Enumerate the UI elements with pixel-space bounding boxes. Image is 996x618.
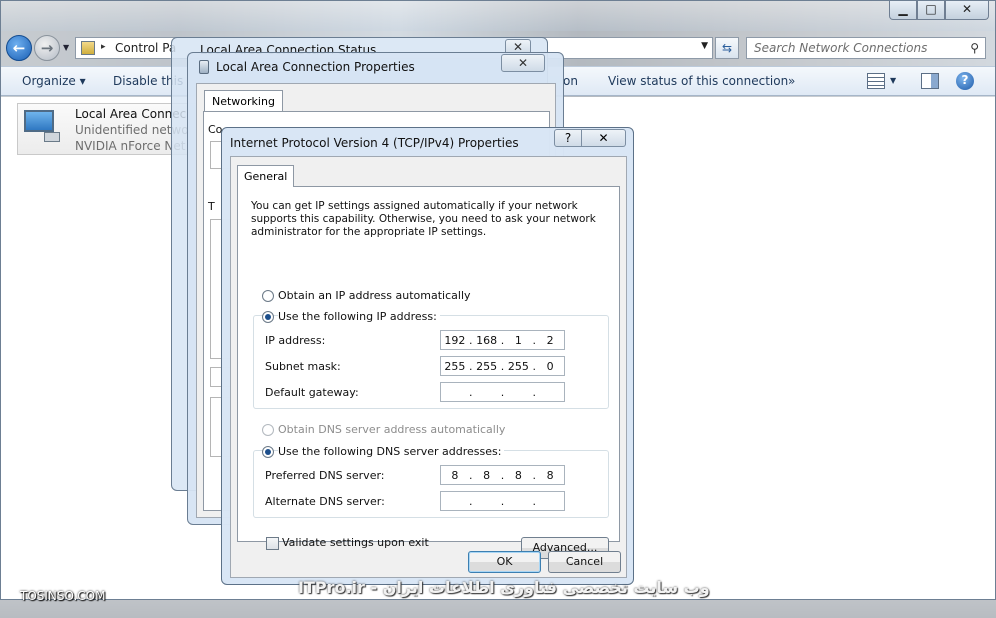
- dns-auto-label[interactable]: Obtain DNS server address automatically: [278, 423, 505, 436]
- organize-menu[interactable]: Organize ▾: [22, 74, 86, 88]
- view-dropdown-icon[interactable]: ▼: [890, 76, 896, 85]
- minimize-button[interactable]: ▁: [889, 1, 917, 20]
- watermark-right: ITPro.ir - وب سایت تخصصی فناوری اطلاعات …: [298, 578, 710, 597]
- subnet-mask-label: Subnet mask:: [265, 360, 341, 373]
- close-button[interactable]: ✕: [945, 1, 989, 20]
- status-button-partial[interactable]: on: [563, 74, 578, 88]
- intro-text: You can get IP settings assigned automat…: [251, 200, 596, 238]
- view-status-button[interactable]: View status of this connection: [608, 74, 788, 88]
- default-gateway-label: Default gateway:: [265, 386, 359, 399]
- ip-octet-2[interactable]: 168: [473, 334, 501, 347]
- preferred-dns-label: Preferred DNS server:: [265, 469, 385, 482]
- network-adapter-icon: [24, 110, 60, 142]
- dns-auto-radio[interactable]: [262, 424, 274, 436]
- connection-properties-icon: [199, 60, 209, 74]
- explorer-titlebar[interactable]: ▁ □ ✕: [1, 1, 995, 31]
- subnet-octet-4[interactable]: 0: [536, 360, 564, 373]
- alternate-dns-input[interactable]: . . .: [440, 491, 565, 511]
- alternate-dns-label: Alternate DNS server:: [265, 495, 385, 508]
- help-icon[interactable]: ?: [956, 72, 974, 90]
- subnet-octet-2[interactable]: 255: [473, 360, 501, 373]
- dialog-close-button[interactable]: ✕: [582, 129, 626, 147]
- ip-address-input[interactable]: 192. 168. 1. 2: [440, 330, 565, 350]
- ip-octet-3[interactable]: 1: [505, 334, 533, 347]
- properties-label-partial-2: T: [208, 200, 215, 213]
- cancel-button[interactable]: Cancel: [548, 551, 621, 573]
- pdns-octet-4[interactable]: 8: [536, 469, 564, 482]
- preview-pane-icon[interactable]: [921, 73, 939, 89]
- recent-pages-dropdown-icon[interactable]: ▼: [63, 43, 69, 52]
- ip-manual-radio[interactable]: [262, 311, 274, 323]
- ipv4-properties-dialog[interactable]: Internet Protocol Version 4 (TCP/IPv4) P…: [221, 127, 634, 585]
- ip-octet-1[interactable]: 192: [441, 334, 469, 347]
- control-panel-icon: [81, 41, 95, 55]
- watermark-left: TOSINSO.COM: [20, 589, 106, 603]
- refresh-button[interactable]: ⇆: [715, 37, 739, 59]
- ip-auto-label[interactable]: Obtain an IP address automatically: [278, 289, 471, 302]
- pdns-octet-1[interactable]: 8: [441, 469, 469, 482]
- validate-label[interactable]: Validate settings upon exit: [282, 536, 429, 549]
- breadcrumb-separator-icon: ▸: [101, 42, 106, 52]
- forward-button[interactable]: →: [34, 35, 60, 61]
- dns-manual-label[interactable]: Use the following DNS server addresses:: [278, 445, 505, 458]
- change-view-icon[interactable]: [867, 73, 885, 89]
- ipv4-dialog-body: General You can get IP settings assigned…: [230, 156, 627, 578]
- properties-close-button[interactable]: ✕: [501, 54, 545, 72]
- ip-address-label: IP address:: [265, 334, 326, 347]
- search-input[interactable]: Search Network Connections ⚲: [746, 37, 986, 59]
- subnet-octet-1[interactable]: 255: [441, 360, 469, 373]
- subnet-mask-input[interactable]: 255. 255. 255. 0: [440, 356, 565, 376]
- preferred-dns-input[interactable]: 8. 8. 8. 8: [440, 465, 565, 485]
- tab-general[interactable]: General: [237, 165, 295, 187]
- dns-manual-radio[interactable]: [262, 446, 274, 458]
- back-button[interactable]: ←: [6, 35, 32, 61]
- general-panel: You can get IP settings assigned automat…: [237, 186, 620, 559]
- subnet-octet-3[interactable]: 255: [505, 360, 533, 373]
- breadcrumb[interactable]: Control Pa: [115, 41, 176, 55]
- tab-networking[interactable]: Networking: [204, 90, 283, 112]
- ok-button[interactable]: OK: [468, 551, 541, 573]
- ip-auto-radio[interactable]: [262, 290, 274, 302]
- pdns-octet-3[interactable]: 8: [505, 469, 533, 482]
- help-button[interactable]: ?: [554, 129, 582, 147]
- default-gateway-input[interactable]: . . .: [440, 382, 565, 402]
- caption-buttons: ▁ □ ✕: [889, 1, 989, 20]
- properties-window-title: Local Area Connection Properties: [216, 60, 415, 74]
- search-placeholder: Search Network Connections: [754, 41, 928, 55]
- connection-item[interactable]: Local Area Connec Unidentified netwo NVI…: [17, 103, 197, 155]
- ipv4-dialog-title: Internet Protocol Version 4 (TCP/IPv4) P…: [230, 136, 519, 150]
- search-icon[interactable]: ⚲: [970, 41, 979, 55]
- ip-manual-label[interactable]: Use the following IP address:: [278, 310, 440, 323]
- pdns-octet-2[interactable]: 8: [473, 469, 501, 482]
- maximize-button[interactable]: □: [917, 1, 945, 20]
- more-commands-button[interactable]: »: [788, 74, 795, 88]
- ip-octet-4[interactable]: 2: [536, 334, 564, 347]
- address-dropdown-icon[interactable]: ▼: [701, 41, 708, 51]
- validate-checkbox[interactable]: [266, 537, 279, 550]
